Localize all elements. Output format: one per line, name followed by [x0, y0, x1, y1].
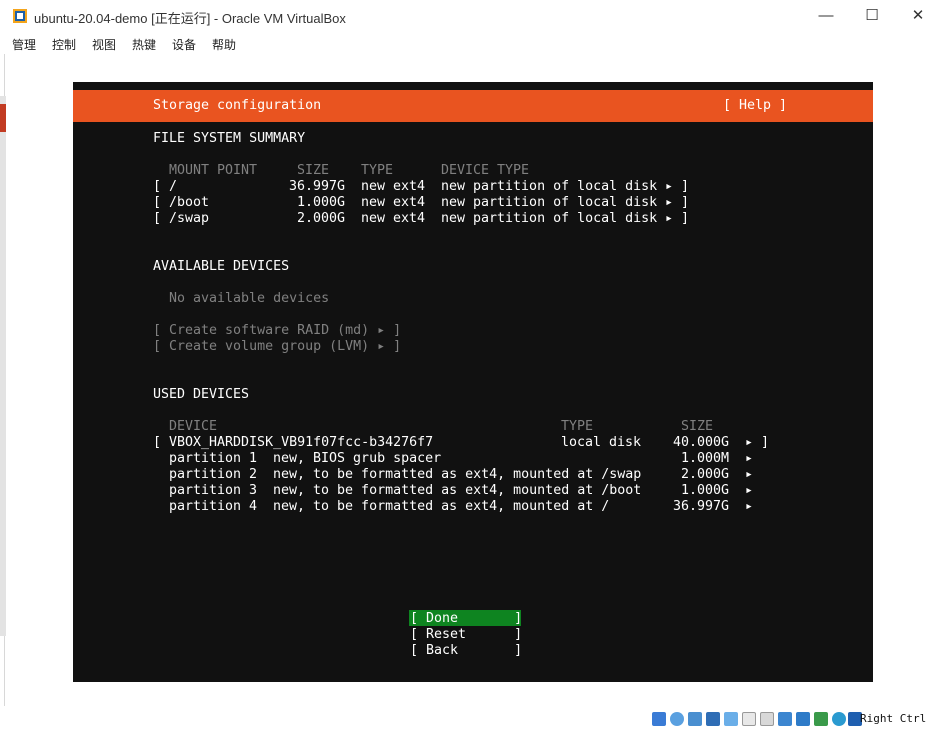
title-bar: ubuntu-20.04-demo [正在运行] - Oracle VM Vir…	[0, 0, 936, 32]
menu-devices[interactable]: 设备	[172, 36, 196, 53]
shared-folder-icon[interactable]	[742, 712, 756, 726]
device-type: new partition of local disk	[441, 195, 658, 210]
col-size: SIZE	[681, 419, 714, 434]
partition-size: 2.000G	[681, 467, 730, 482]
fs-type: new ext4	[361, 195, 426, 210]
partition-name: partition 1	[169, 451, 258, 466]
create-raid-button: [ Create software RAID (md) ▸ ]	[153, 323, 402, 338]
back-button[interactable]: [ Back ]	[410, 643, 522, 659]
mount-point: /boot	[169, 195, 210, 210]
size: 1.000G	[297, 195, 346, 210]
menu-view[interactable]: 视图	[92, 36, 116, 53]
row-arrow-icon: ▸ ]	[665, 195, 690, 210]
network-icon[interactable]	[706, 712, 720, 726]
disk-type: local disk	[561, 435, 642, 450]
disk-size: 40.000G	[673, 435, 730, 450]
host-key-label: Right Ctrl	[860, 712, 927, 725]
status-bar	[0, 706, 936, 730]
partition-desc: new, to be formatted as ext4, mounted at…	[273, 467, 642, 482]
optical-drive-icon[interactable]	[670, 712, 684, 726]
recording-icon[interactable]	[796, 712, 810, 726]
partition-name: partition 4	[169, 499, 258, 514]
virtualbox-app-icon	[13, 9, 27, 23]
row-arrow-icon: ▸	[745, 467, 754, 482]
hard-disk-icon[interactable]	[652, 712, 666, 726]
row-arrow-icon: ▸	[745, 451, 754, 466]
used-devices-heading: USED DEVICES	[153, 387, 250, 402]
minimize-button[interactable]: —	[806, 4, 846, 28]
row-arrow-icon: ▸ ]	[745, 435, 770, 450]
installer-title: Storage configuration	[153, 98, 322, 113]
usb-icon[interactable]	[724, 712, 738, 726]
virtualization-icon[interactable]	[814, 712, 828, 726]
fs-type: new ext4	[361, 211, 426, 226]
size: 36.997G	[289, 179, 346, 194]
col-type: TYPE	[561, 419, 594, 434]
col-size: SIZE	[297, 163, 330, 178]
row-arrow-icon: ▸ ]	[665, 211, 690, 226]
row-bracket-open: [	[153, 179, 162, 194]
row-arrow-icon: ▸	[745, 499, 754, 514]
background-window-accent	[0, 104, 6, 132]
menu-help[interactable]: 帮助	[212, 36, 236, 53]
mount-point: /	[169, 179, 178, 194]
display-icon[interactable]	[760, 712, 774, 726]
row-arrow-icon: ▸ ]	[665, 179, 690, 194]
row-arrow-icon: ▸	[745, 483, 754, 498]
col-mount-point: MOUNT POINT	[169, 163, 258, 178]
mount-point: /swap	[169, 211, 210, 226]
installer-console[interactable]: Storage configuration [ Help ] FILE SYST…	[73, 82, 873, 682]
col-device: DEVICE	[169, 419, 218, 434]
background-window-strip	[0, 96, 6, 636]
video-capture-icon[interactable]	[778, 712, 792, 726]
partition-size: 36.997G	[673, 499, 730, 514]
maximize-button[interactable]: ☐	[852, 4, 892, 28]
window-title: ubuntu-20.04-demo [正在运行] - Oracle VM Vir…	[34, 11, 346, 26]
reset-button[interactable]: [ Reset ]	[410, 627, 522, 643]
col-device-type: DEVICE TYPE	[441, 163, 530, 178]
create-lvm-button: [ Create volume group (LVM) ▸ ]	[153, 339, 402, 354]
audio-icon[interactable]	[688, 712, 702, 726]
menu-hotkey[interactable]: 热键	[132, 36, 156, 53]
device-type: new partition of local disk	[441, 179, 658, 194]
mouse-integration-icon[interactable]	[832, 712, 846, 726]
menu-bar: 管理 控制 视图 热键 设备 帮助	[0, 32, 936, 54]
menu-manage[interactable]: 管理	[12, 36, 36, 53]
help-button[interactable]: [ Help ]	[723, 98, 787, 114]
partition-desc: new, BIOS grub spacer	[273, 451, 442, 466]
disk-name: VBOX_HARDDISK_VB91f07fcc-b34276f7	[169, 435, 434, 450]
row-bracket-open: [	[153, 211, 162, 226]
partition-name: partition 3	[169, 483, 258, 498]
menu-control[interactable]: 控制	[52, 36, 76, 53]
no-available-devices-text: No available devices	[169, 291, 330, 306]
fs-type: new ext4	[361, 179, 426, 194]
size: 2.000G	[297, 211, 346, 226]
partition-size: 1.000G	[681, 483, 730, 498]
close-button[interactable]: ✕	[898, 4, 936, 28]
col-type: TYPE	[361, 163, 394, 178]
available-devices-heading: AVAILABLE DEVICES	[153, 259, 290, 274]
partition-name: partition 2	[169, 467, 258, 482]
row-bracket-open: [	[153, 435, 162, 450]
partition-size: 1.000M	[681, 451, 730, 466]
fs-summary-heading: FILE SYSTEM SUMMARY	[153, 131, 306, 146]
device-type: new partition of local disk	[441, 211, 658, 226]
row-bracket-open: [	[153, 195, 162, 210]
partition-desc: new, to be formatted as ext4, mounted at…	[273, 483, 642, 498]
done-button[interactable]: [ Done ]	[410, 611, 522, 627]
partition-desc: new, to be formatted as ext4, mounted at…	[273, 499, 610, 514]
